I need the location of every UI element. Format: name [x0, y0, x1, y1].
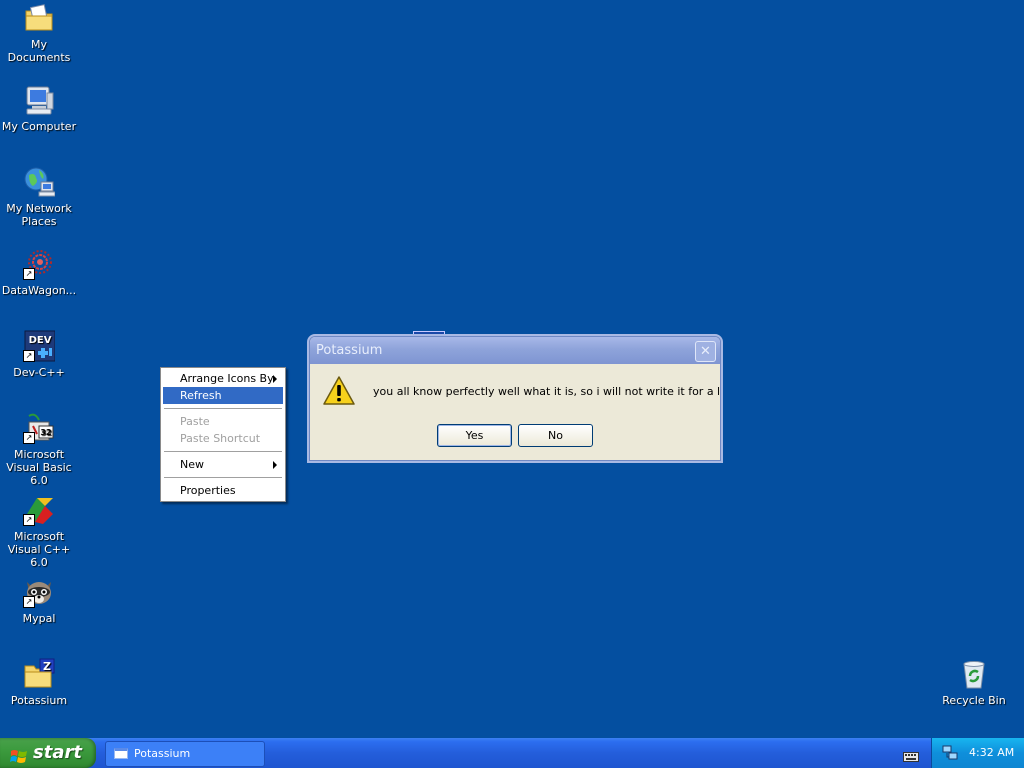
- shortcut-arrow-icon: ↗: [23, 432, 35, 444]
- close-button[interactable]: ✕: [695, 341, 716, 362]
- taskbar: start Potassium 4:32 AM: [0, 738, 1024, 768]
- start-label: start: [33, 742, 82, 763]
- desktop[interactable]: My Documents My Computer My Network Plac…: [0, 0, 1024, 738]
- desktop-icon-recycle-bin[interactable]: Recycle Bin: [935, 658, 1013, 707]
- svg-text:32: 32: [40, 428, 51, 437]
- menu-item-properties[interactable]: Properties: [163, 482, 283, 499]
- desktop-icon-label: Mypal: [22, 612, 56, 625]
- my-computer-icon: [23, 84, 55, 116]
- devcpp-icon: DEV ↗: [23, 330, 56, 362]
- menu-separator: [164, 477, 282, 478]
- submenu-arrow-icon: [273, 375, 277, 383]
- taskbar-button-potassium[interactable]: Potassium: [105, 741, 265, 767]
- keyboard-icon[interactable]: [903, 747, 919, 762]
- dialog-titlebar[interactable]: Potassium ✕: [310, 337, 720, 364]
- desktop-icon-label: Recycle Bin: [942, 694, 1006, 707]
- menu-item-label: Properties: [180, 484, 236, 497]
- windows-flag-icon: [10, 745, 28, 763]
- shortcut-arrow-icon: ↗: [23, 596, 35, 608]
- start-button[interactable]: start: [0, 738, 96, 768]
- desktop-icon-label: My Documents: [7, 38, 71, 64]
- svg-text:DEV: DEV: [29, 335, 52, 346]
- svg-text:Z: Z: [43, 660, 51, 673]
- desktop-icon-datawagon[interactable]: ↗ DataWagon...: [0, 248, 78, 297]
- desktop-icon-my-documents[interactable]: My Documents: [0, 2, 78, 64]
- dialog-message: you all know perfectly well what it is, …: [373, 385, 721, 398]
- network-status-icon[interactable]: [942, 745, 958, 761]
- network-places-icon: [23, 166, 56, 198]
- submenu-arrow-icon: [273, 461, 277, 469]
- menu-item-refresh[interactable]: Refresh: [163, 387, 283, 404]
- dialog-title: Potassium: [316, 343, 383, 358]
- desktop-icon-my-computer[interactable]: My Computer: [0, 84, 78, 133]
- visual-basic-icon: 32 ↗: [23, 412, 55, 444]
- desktop-icon-label: DataWagon...: [1, 284, 77, 297]
- desktop-icon-mypal[interactable]: ↗ Mypal: [0, 576, 78, 625]
- desktop-icon-label: My Network Places: [6, 202, 72, 228]
- system-tray: 4:32 AM: [931, 738, 1024, 768]
- taskbar-button-label: Potassium: [134, 747, 191, 760]
- desktop-icon-visual-cpp[interactable]: ↗ Microsoft Visual C++ 6.0: [0, 494, 78, 569]
- desktop-icon-devcpp[interactable]: DEV ↗ Dev-C++: [0, 330, 78, 379]
- my-documents-icon: [23, 2, 55, 34]
- menu-item-paste[interactable]: Paste: [163, 413, 283, 430]
- menu-item-arrange-icons-by[interactable]: Arrange Icons By: [163, 370, 283, 387]
- desktop-context-menu: Arrange Icons By Refresh Paste Paste Sho…: [160, 367, 286, 502]
- shortcut-arrow-icon: ↗: [23, 268, 35, 280]
- shortcut-arrow-icon: ↗: [23, 350, 35, 362]
- menu-item-label: Paste Shortcut: [180, 432, 261, 445]
- menu-item-label: Arrange Icons By: [180, 372, 274, 385]
- potassium-icon: Z: [23, 658, 55, 690]
- desktop-icon-visual-basic[interactable]: 32 ↗ Microsoft Visual Basic 6.0: [0, 412, 78, 487]
- visual-cpp-icon: ↗: [23, 494, 55, 526]
- mypal-icon: ↗: [23, 576, 55, 608]
- yes-button[interactable]: Yes: [437, 424, 512, 447]
- warning-icon: [322, 375, 356, 407]
- desktop-icon-potassium[interactable]: Z Potassium: [0, 658, 78, 707]
- recycle-bin-icon: [958, 658, 990, 690]
- window-icon: [114, 748, 128, 759]
- desktop-icon-label: Microsoft Visual Basic 6.0: [6, 448, 72, 487]
- desktop-icon-label: Dev-C++: [13, 366, 65, 379]
- menu-separator: [164, 451, 282, 452]
- desktop-icon-label: Potassium: [10, 694, 68, 707]
- desktop-icon-label: Microsoft Visual C++ 6.0: [7, 530, 71, 569]
- menu-item-label: Paste: [180, 415, 210, 428]
- menu-item-new[interactable]: New: [163, 456, 283, 473]
- clock[interactable]: 4:32 AM: [969, 746, 1014, 759]
- desktop-icon-label: My Computer: [1, 120, 77, 133]
- no-button[interactable]: No: [518, 424, 593, 447]
- menu-item-label: Refresh: [180, 389, 222, 402]
- shortcut-arrow-icon: ↗: [23, 514, 35, 526]
- menu-separator: [164, 408, 282, 409]
- menu-item-paste-shortcut[interactable]: Paste Shortcut: [163, 430, 283, 447]
- desktop-icon-network-places[interactable]: My Network Places: [0, 166, 78, 228]
- message-dialog: Potassium ✕ you all know perfectly well …: [309, 336, 721, 461]
- datawagon-icon: ↗: [23, 248, 55, 280]
- menu-item-label: New: [180, 458, 204, 471]
